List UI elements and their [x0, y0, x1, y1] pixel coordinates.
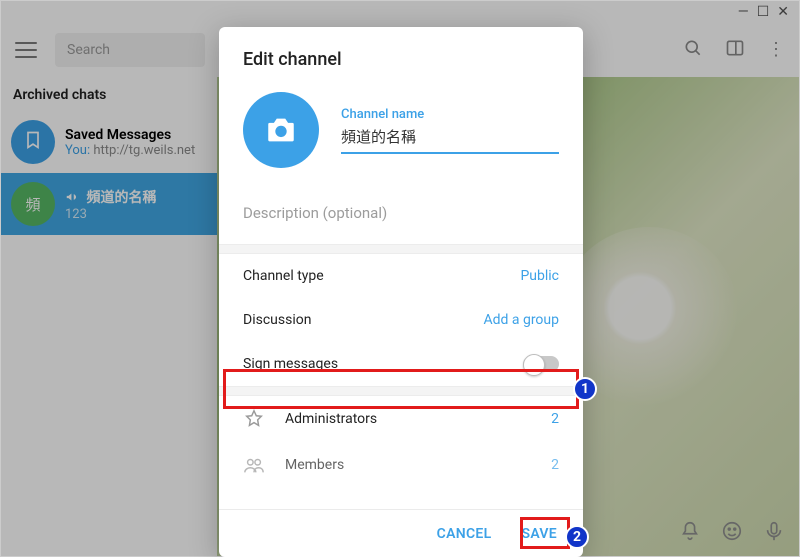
- members-count: 2: [551, 457, 559, 473]
- channel-type-value: Public: [520, 268, 559, 284]
- channel-photo-button[interactable]: [243, 92, 319, 168]
- photo-name-row: Channel name: [219, 84, 583, 182]
- channel-type-row[interactable]: Channel type Public: [219, 254, 583, 298]
- channel-name-input[interactable]: [341, 122, 559, 154]
- modal-footer: CANCEL SAVE: [219, 509, 583, 557]
- channel-type-label: Channel type: [243, 268, 324, 284]
- section-divider: [219, 244, 583, 254]
- section-divider: [219, 386, 583, 396]
- cancel-button[interactable]: CANCEL: [425, 518, 504, 550]
- edit-channel-modal: Edit channel Channel name Channel type P…: [219, 27, 583, 557]
- camera-icon: [264, 113, 298, 147]
- save-button[interactable]: SAVE: [509, 518, 569, 550]
- administrators-count: 2: [551, 411, 559, 427]
- people-icon: [243, 454, 265, 476]
- modal-body[interactable]: Edit channel Channel name Channel type P…: [219, 27, 583, 509]
- description-input[interactable]: [243, 200, 559, 226]
- description-field: [219, 182, 583, 244]
- discussion-row[interactable]: Discussion Add a group: [219, 298, 583, 342]
- administrators-label: Administrators: [285, 411, 377, 427]
- sign-messages-row: Sign messages: [219, 342, 583, 386]
- modal-title: Edit channel: [219, 27, 583, 84]
- sign-messages-toggle[interactable]: [523, 356, 559, 372]
- discussion-label: Discussion: [243, 312, 311, 328]
- star-icon: [243, 408, 265, 430]
- discussion-value: Add a group: [483, 312, 559, 328]
- administrators-row[interactable]: Administrators 2: [219, 396, 583, 442]
- members-row[interactable]: Members 2: [219, 442, 583, 488]
- channel-name-field: Channel name: [341, 107, 559, 154]
- members-label: Members: [285, 457, 344, 473]
- channel-name-label: Channel name: [341, 107, 559, 122]
- sign-messages-label: Sign messages: [243, 356, 338, 372]
